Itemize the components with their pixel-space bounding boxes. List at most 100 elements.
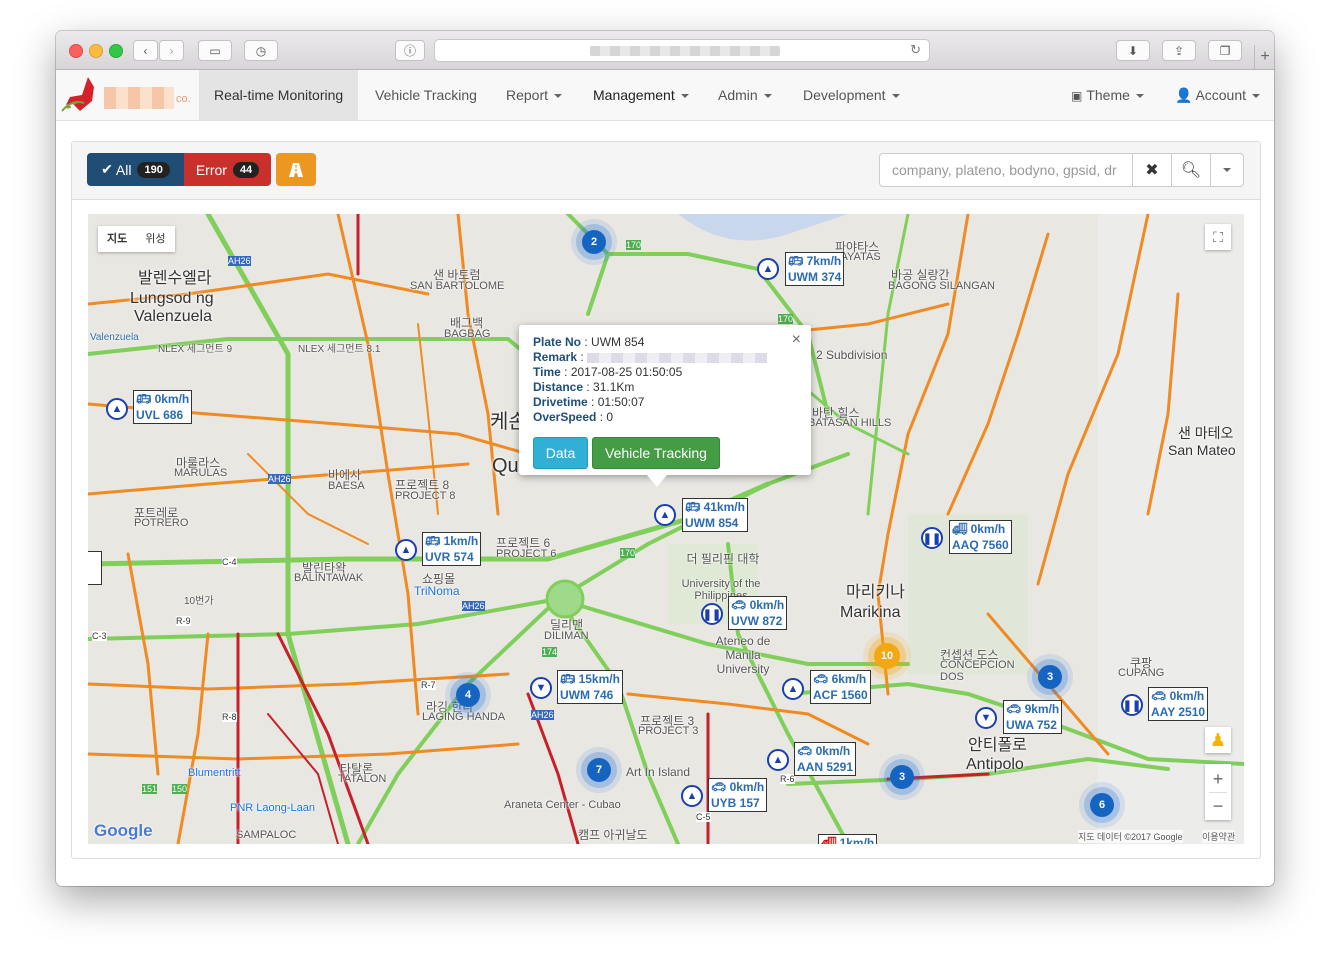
map-label: Art In Island [626,765,691,779]
sidebar-toggle-button[interactable]: ▭ [198,40,232,61]
vehicle-cluster[interactable]: 4 [456,683,480,707]
search-button[interactable]: 🔍︎ [1171,153,1211,187]
popup-overspeed-row: OverSpeed : 0 [533,410,614,424]
vehicle-plate: UWM 746 [560,688,614,702]
vehicle-cluster[interactable]: 3 [890,765,914,789]
map-type-map-button[interactable]: 지도 [98,226,136,252]
map-terms-link[interactable]: 이용약관 [1202,830,1236,843]
history-button[interactable]: ◷ [244,40,278,61]
map-label: POTRERO [134,517,189,529]
map-label: BALINTAWAK [294,572,364,584]
new-tab-button[interactable]: + [1254,45,1274,69]
vehicle-cluster[interactable]: 2 [582,230,606,254]
google-logo: Google [94,821,153,840]
vehicle-label[interactable]: 🚌︎ 7km/h UWM 374 [785,252,845,286]
vehicle-label[interactable]: 🚚︎ 0km/h AAQ 7560 [949,520,1012,554]
vehicle-label[interactable]: 🚌︎ 1km/h UVR 574 [422,532,482,566]
map-label: PROJECT 8 [395,490,456,502]
zoom-in-button[interactable]: + [1213,766,1224,792]
tabs-button[interactable]: ❐ [1208,40,1242,61]
popup-label: Time [533,365,561,379]
map-label: 발렌수엘라 [138,270,212,287]
vehicle-plate: UWA 752 [1006,718,1057,732]
popup-data-button[interactable]: Data [533,437,588,469]
share-button[interactable]: ⇪ [1162,40,1196,61]
vehicle-marker-navigation-icon[interactable]: ▼ [530,677,552,699]
minimize-window-button[interactable] [89,44,103,58]
bus-icon: 🚌︎ [136,392,152,406]
vehicle-marker-pause-icon[interactable]: ❚❚ [921,527,943,549]
reload-icon[interactable]: ↻ [910,42,921,58]
vehicle-label[interactable]: 🚗︎ 0km/h AAY 2510 [1148,687,1209,721]
vehicle-speed: 0km/h [970,522,1006,536]
vehicle-marker-navigation-icon[interactable]: ▲ [681,785,703,807]
vehicle-cluster[interactable]: 10 [874,643,900,669]
zoom-control: + − [1205,764,1231,820]
vehicle-cluster[interactable]: 7 [587,758,611,782]
zoom-window-button[interactable] [109,44,123,58]
nav-theme[interactable]: ▣ Theme [1056,70,1159,120]
filter-error-count: 44 [232,161,260,178]
browser-titlebar: ‹ › ▭ ◷ ⓘ ↻ ⬇ ⇪ ❐ + [56,31,1274,70]
popup-close-icon[interactable]: × [792,331,801,349]
map-route-shield: C-3 [92,631,107,641]
nav-admin[interactable]: Admin [703,70,787,120]
vehicle-label[interactable]: 🚗︎ 0km/h UYB 157 [708,778,768,812]
vehicle-marker-navigation-icon[interactable]: ▼ [975,707,997,729]
vehicle-search-input[interactable]: company, plateno, bodyno, gpsid, dr [879,153,1133,187]
vehicle-label[interactable]: 🚗︎ 9km/h UWA 752 [1003,700,1063,734]
car-icon: 🚗︎ [1151,689,1167,703]
close-window-button[interactable] [69,44,83,58]
search-options-dropdown[interactable] [1210,153,1244,187]
nav-development[interactable]: Development [788,70,915,120]
filter-error-button[interactable]: Error 44 [184,153,271,186]
caret-down-icon [891,94,900,99]
forward-button[interactable]: › [159,40,184,61]
vehicle-label[interactable]: 🚗︎ 0km/h AAN 5291 [794,742,857,776]
vehicle-marker-pause-icon[interactable]: ❚❚ [701,603,723,625]
nav-realtime-monitoring[interactable]: Real-time Monitoring [199,70,359,120]
vehicle-cluster[interactable]: 3 [1038,665,1062,689]
downloads-button[interactable]: ⬇ [1116,40,1150,61]
car-icon: 🚗︎ [1006,702,1022,716]
vehicle-label[interactable]: 🚌︎ 41km/h UWM 854 [682,498,748,532]
map-label: BAGBAG [444,328,491,340]
vehicle-marker-navigation-icon[interactable]: ▲ [782,678,804,700]
bus-icon: 🚌︎ [425,534,441,548]
popup-value: 2017-08-25 01:50:05 [570,365,683,379]
nav-vehicle-tracking[interactable]: Vehicle Tracking [360,70,492,120]
road-filter-button[interactable] [276,153,316,186]
brand-logo[interactable]: co. [58,73,200,117]
nav-report[interactable]: Report [491,70,577,120]
street-view-pegman[interactable]: ♟ [1205,727,1231,753]
map-label: NLEX 세그먼트 8.1 [298,344,381,355]
vehicle-label[interactable]: 🚌︎ 15km/h UWM 746 [557,670,623,704]
close-icon: ✖ [1145,162,1159,179]
vehicle-cluster[interactable]: 6 [1090,793,1114,817]
map-type-satellite-button[interactable]: 위성 [136,226,174,252]
nav-account[interactable]: 👤 Account [1160,70,1274,120]
vehicle-marker-navigation-icon[interactable]: ▲ [106,398,128,420]
filter-all-button[interactable]: ✔ All 190 [87,153,184,186]
clear-search-button[interactable]: ✖ [1132,153,1172,187]
popup-vehicle-tracking-button[interactable]: Vehicle Tracking [592,437,720,469]
vehicle-marker-navigation-icon[interactable]: ▲ [757,258,779,280]
map-route-shield: R-7 [421,680,436,690]
vehicle-label-partial[interactable] [88,551,102,585]
fullscreen-button[interactable]: ⛶ [1205,224,1231,250]
vehicle-marker-navigation-icon[interactable]: ▲ [654,504,676,526]
vehicle-label[interactable]: 🚗︎ 0km/h UVW 872 [728,596,788,630]
vehicle-label[interactable]: 🚗︎ 6km/h ACF 1560 [810,670,871,704]
back-button[interactable]: ‹ [133,40,158,61]
vehicle-marker-navigation-icon[interactable]: ▲ [395,539,417,561]
nav-management[interactable]: Management [578,70,704,120]
reader-button[interactable]: ⓘ [395,40,425,61]
address-bar[interactable]: ↻ [434,39,930,62]
map-canvas[interactable]: 지도 위성 ⛶ ♟ + − Google 지도 데이터 ©2017 Google… [88,214,1244,844]
vehicle-marker-navigation-icon[interactable]: ▲ [767,749,789,771]
vehicle-marker-pause-icon[interactable]: ❚❚ [1121,694,1143,716]
map-label: 샌 마테오 [1178,425,1234,441]
zoom-out-button[interactable]: − [1209,791,1227,819]
vehicle-label[interactable]: 🚚︎ 1km/h [818,834,878,844]
vehicle-label[interactable]: 🚌︎ 0km/h UVL 686 [133,390,193,424]
